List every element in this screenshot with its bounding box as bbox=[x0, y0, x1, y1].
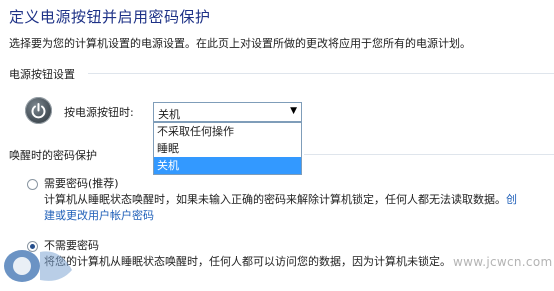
chevron-down-icon: ▼ bbox=[290, 106, 297, 116]
page-title: 定义电源按钮并启用密码保护 bbox=[9, 8, 211, 26]
change-password-link-start[interactable]: 创 bbox=[506, 193, 517, 206]
section-divider bbox=[304, 154, 554, 155]
option-shutdown[interactable]: 关机 bbox=[154, 157, 301, 174]
section-divider bbox=[88, 73, 554, 74]
site-watermark: www.jcwcn.com bbox=[453, 255, 553, 269]
require-password-radio[interactable] bbox=[27, 179, 38, 190]
power-section-heading: 电源按钮设置 bbox=[9, 68, 75, 81]
option-sleep[interactable]: 睡眠 bbox=[154, 140, 301, 157]
password-section-heading: 唤醒时的密码保护 bbox=[9, 149, 97, 162]
require-password-label[interactable]: 需要密码(推荐) bbox=[44, 175, 119, 191]
page-description: 选择要为您的计算机设置的电源设置。在此页上对设置所做的更改将应用于您所有的电源计… bbox=[9, 37, 471, 50]
require-password-note-text: 计算机从睡眠状态唤醒时，如果未输入正确的密码来解除计算机锁定，任何人都无法读取数… bbox=[44, 193, 506, 206]
power-button-label: 按电源按钮时: bbox=[64, 106, 134, 119]
change-password-link[interactable]: 建或更改用户帐户密码 bbox=[44, 207, 154, 223]
power-action-dropdown: 不采取任何操作 睡眠 关机 bbox=[153, 122, 302, 175]
no-password-note: 将您的计算机从睡眠状态唤醒时，任何人都可以访问您的数据，因为计算机未锁定。 bbox=[44, 255, 451, 268]
option-do-nothing[interactable]: 不采取任何操作 bbox=[154, 123, 301, 140]
site-logo-watermark bbox=[4, 250, 72, 282]
require-password-note: 计算机从睡眠状态唤醒时，如果未输入正确的密码来解除计算机锁定，任何人都无法读取数… bbox=[44, 191, 517, 207]
power-action-select[interactable]: 关机 ▼ bbox=[153, 102, 302, 122]
power-button-icon bbox=[25, 97, 52, 124]
power-action-value: 关机 bbox=[158, 108, 180, 121]
